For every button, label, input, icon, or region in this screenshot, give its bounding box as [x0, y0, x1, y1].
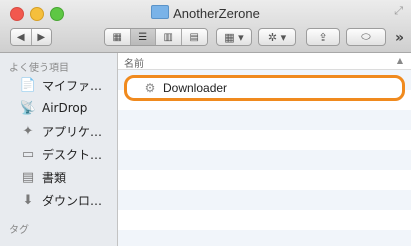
window-title: AnotherZerone [0, 5, 411, 22]
file-row-downloader[interactable]: ⚙ Downloader [124, 75, 405, 101]
chevron-overflow-icon: » [395, 30, 405, 46]
share-button[interactable]: ⇪ [306, 28, 340, 46]
sidebar-item-label: マイファ… [42, 78, 103, 93]
nav-segment: ◀ ▶ [10, 28, 52, 46]
column-name-label: 名前 [124, 59, 144, 70]
view-segment: ▦ ☰ ▥ ▤ [104, 28, 208, 46]
sidebar-item-applications[interactable]: ✦ アプリケ… [20, 121, 102, 141]
sidebar-item-downloads[interactable]: ⬇ ダウンロ… [20, 190, 102, 210]
list-row-stripe [118, 130, 411, 150]
sidebar-item-label: アプリケ… [42, 124, 103, 139]
column-view-icon: ▥ [163, 31, 173, 43]
sidebar-tags-header: タグ [9, 225, 29, 236]
list-row-stripe [118, 150, 411, 170]
sidebar-item-label: ダウンロ… [42, 193, 103, 208]
list-view-icon: ☰ [138, 31, 148, 43]
sidebar-item-label: AirDrop [42, 101, 88, 115]
folder-icon [151, 5, 170, 19]
back-icon: ◀ [16, 31, 25, 43]
toolbar-overflow-button[interactable]: » [395, 30, 404, 46]
file-name: Downloader [163, 81, 228, 95]
sidebar-item-desktop[interactable]: ▭ デスクト… [20, 144, 102, 164]
sidebar-item-label: 書類 [42, 170, 67, 185]
airdrop-icon: 📡 [19, 100, 37, 116]
list-row-stripe [118, 110, 411, 130]
share-icon: ⇪ [318, 30, 328, 44]
arrange-button[interactable]: ▦ ▾ [216, 28, 252, 46]
tag-button[interactable]: ⬭ [346, 28, 386, 46]
icon-view-button[interactable]: ▦ [105, 29, 131, 45]
column-header-name[interactable]: 名前 ▲ [118, 53, 411, 70]
sidebar-item-documents[interactable]: ▤ 書類 [20, 167, 66, 187]
action-button[interactable]: ✲ ▾ [258, 28, 296, 46]
sort-ascending-icon: ▲ [396, 56, 403, 65]
sidebar: よく使う項目 📄 マイファ… 📡 AirDrop ✦ アプリケ… ▭ デスクト…… [0, 53, 118, 246]
sidebar-item-my-files[interactable]: 📄 マイファ… [20, 75, 102, 95]
icon-view-icon: ▦ [112, 31, 122, 43]
back-button[interactable]: ◀ [11, 29, 32, 45]
coverflow-view-icon: ▤ [189, 31, 199, 43]
window-title-text: AnotherZerone [173, 6, 260, 21]
app-gear-icon: ⚙ [144, 81, 156, 95]
arrange-icon: ▦ ▾ [224, 30, 244, 44]
column-view-button[interactable]: ▥ [156, 29, 182, 45]
forward-button[interactable]: ▶ [31, 29, 51, 45]
all-files-icon: 📄 [19, 77, 37, 93]
sidebar-item-airdrop[interactable]: 📡 AirDrop [20, 98, 87, 118]
sidebar-favorites-header: よく使う項目 [9, 63, 69, 74]
forward-icon: ▶ [37, 31, 46, 43]
list-row-stripe [118, 170, 411, 190]
file-list: 名前 ▲ ⚙ Downloader [118, 53, 411, 246]
title-bar: AnotherZerone ⤢ ◀ ▶ ▦ ☰ ▥ ▤ ▦ ▾ ✲ ▾ ⇪ ⬭ … [0, 0, 411, 53]
gear-icon: ✲ ▾ [267, 30, 287, 44]
tag-icon: ⬭ [361, 30, 371, 43]
list-view-button[interactable]: ☰ [130, 29, 156, 45]
finder-window: AnotherZerone ⤢ ◀ ▶ ▦ ☰ ▥ ▤ ▦ ▾ ✲ ▾ ⇪ ⬭ … [0, 0, 411, 246]
list-row-stripe [118, 210, 411, 230]
downloads-icon: ⬇ [22, 192, 34, 208]
sidebar-item-label: デスクト… [42, 147, 103, 162]
coverflow-view-button[interactable]: ▤ [181, 29, 207, 45]
list-row-stripe [118, 230, 411, 246]
desktop-icon: ▭ [21, 146, 35, 162]
list-row-stripe [118, 190, 411, 210]
fullscreen-icon[interactable]: ⤢ [394, 4, 403, 18]
applications-icon: ✦ [22, 123, 34, 139]
documents-icon: ▤ [21, 169, 35, 185]
